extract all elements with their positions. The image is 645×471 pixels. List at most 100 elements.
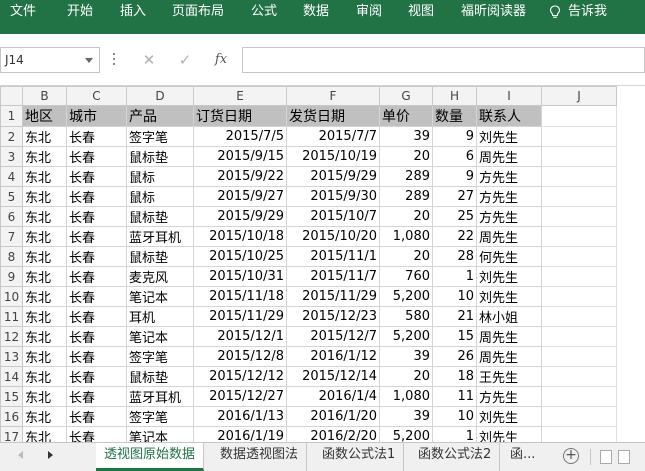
cell[interactable]: 22 xyxy=(432,226,477,247)
cell[interactable]: 2015/7/5 xyxy=(193,126,287,147)
menu-file[interactable]: 文件 xyxy=(10,0,36,24)
cell[interactable]: 方先生 xyxy=(476,186,542,207)
cell[interactable]: 长春 xyxy=(66,406,127,427)
cell[interactable]: 周先生 xyxy=(476,146,542,167)
cancel-icon[interactable]: ✕ xyxy=(134,47,164,73)
cell[interactable]: 2015/7/7 xyxy=(286,126,380,147)
cell[interactable]: 长春 xyxy=(66,366,127,387)
cell[interactable]: 何先生 xyxy=(476,246,542,267)
cell[interactable]: 21 xyxy=(432,306,477,327)
cell[interactable]: 笔记本 xyxy=(126,286,194,307)
cell[interactable]: 长春 xyxy=(66,246,127,267)
cell[interactable]: 1,080 xyxy=(379,226,433,247)
cell[interactable]: 2015/9/27 xyxy=(193,186,287,207)
cell[interactable]: 2015/10/18 xyxy=(193,226,287,247)
cell[interactable]: 2015/12/7 xyxy=(286,326,380,347)
cell[interactable]: 长春 xyxy=(66,206,127,227)
cell[interactable]: 东北 xyxy=(22,286,67,307)
column-header[interactable]: J xyxy=(541,86,617,106)
cell[interactable]: 5,200 xyxy=(379,286,433,307)
cell[interactable]: 周先生 xyxy=(476,326,542,347)
cell[interactable]: 蓝牙耳机 xyxy=(126,226,194,247)
cell[interactable] xyxy=(541,426,617,442)
cell[interactable]: 2015/11/7 xyxy=(286,266,380,287)
cell[interactable] xyxy=(541,166,617,187)
cell[interactable]: 15 xyxy=(432,326,477,347)
cell[interactable] xyxy=(541,286,617,307)
cell[interactable] xyxy=(541,226,617,247)
cell[interactable]: 2015/11/29 xyxy=(193,306,287,327)
cell[interactable]: 20 xyxy=(379,146,433,167)
cell[interactable]: 刘先生 xyxy=(476,406,542,427)
cell[interactable]: 2015/9/15 xyxy=(193,146,287,167)
cell[interactable]: 2015/12/27 xyxy=(193,386,287,407)
cell[interactable]: 27 xyxy=(432,186,477,207)
cell[interactable]: 2016/1/13 xyxy=(193,406,287,427)
chevron-down-icon[interactable] xyxy=(85,58,93,63)
cell[interactable]: 5,200 xyxy=(379,326,433,347)
formula-input[interactable] xyxy=(242,47,645,73)
sheet-tab[interactable]: 函数公式法2 xyxy=(410,443,501,471)
row-header[interactable]: 12 xyxy=(0,326,23,347)
row-header[interactable]: 4 xyxy=(0,166,23,187)
cell[interactable]: 2015/12/1 xyxy=(193,326,287,347)
sheet-tab-active[interactable]: 透视图原始数据 xyxy=(96,443,205,471)
cell[interactable]: 东北 xyxy=(22,186,67,207)
cell[interactable]: 东北 xyxy=(22,146,67,167)
cell[interactable]: 2016/1/20 xyxy=(286,406,380,427)
cell[interactable]: 2015/12/23 xyxy=(286,306,380,327)
cell[interactable]: 方先生 xyxy=(476,386,542,407)
menu-data[interactable]: 数据 xyxy=(303,0,329,24)
cell[interactable]: 订货日期 xyxy=(193,105,287,127)
cell[interactable]: 长春 xyxy=(66,386,127,407)
cell[interactable]: 2016/1/19 xyxy=(193,426,287,442)
cell[interactable]: 鼠标垫 xyxy=(126,366,194,387)
cell[interactable]: 数量 xyxy=(432,105,477,127)
cell[interactable]: 1 xyxy=(432,266,477,287)
cell[interactable]: 城市 xyxy=(66,105,127,127)
cell[interactable]: 39 xyxy=(379,126,433,147)
cell[interactable]: 东北 xyxy=(22,346,67,367)
cell[interactable]: 产品 xyxy=(126,105,194,127)
cell[interactable]: 王先生 xyxy=(476,366,542,387)
cell[interactable]: 签字笔 xyxy=(126,406,194,427)
cell[interactable]: 东北 xyxy=(22,426,67,442)
row-header[interactable]: 2 xyxy=(0,126,23,147)
cell[interactable]: 2015/10/19 xyxy=(286,146,380,167)
cell[interactable]: 鼠标垫 xyxy=(126,206,194,227)
enter-icon[interactable]: ✓ xyxy=(170,47,200,73)
cell[interactable] xyxy=(541,146,617,167)
cell[interactable]: 周先生 xyxy=(476,346,542,367)
row-header[interactable]: 3 xyxy=(0,146,23,167)
cell[interactable]: 289 xyxy=(379,186,433,207)
cell[interactable]: 1,080 xyxy=(379,386,433,407)
cell[interactable]: 10 xyxy=(432,406,477,427)
cell[interactable]: 20 xyxy=(379,246,433,267)
cell[interactable]: 麦克风 xyxy=(126,266,194,287)
sheet-tab[interactable]: 函数公式法1 xyxy=(314,443,405,471)
row-header[interactable]: 16 xyxy=(0,406,23,427)
select-all-corner[interactable] xyxy=(0,86,23,106)
cell[interactable]: 1 xyxy=(432,426,477,442)
cell[interactable]: 2015/10/7 xyxy=(286,206,380,227)
cell[interactable]: 长春 xyxy=(66,166,127,187)
cell[interactable]: 289 xyxy=(379,166,433,187)
cell[interactable]: 东北 xyxy=(22,306,67,327)
cell[interactable]: 长春 xyxy=(66,326,127,347)
scroll-tabs-left-icon[interactable] xyxy=(18,451,23,459)
cell[interactable]: 2015/11/1 xyxy=(286,246,380,267)
cell[interactable]: 2015/9/29 xyxy=(193,206,287,227)
cell[interactable]: 东北 xyxy=(22,406,67,427)
menu-foxit-reader[interactable]: 福昕阅读器 xyxy=(461,0,526,24)
cell[interactable]: 鼠标 xyxy=(126,166,194,187)
menu-insert[interactable]: 插入 xyxy=(120,0,146,24)
column-header[interactable]: F xyxy=(286,86,380,106)
cell[interactable]: 刘先生 xyxy=(476,266,542,287)
row-header[interactable]: 5 xyxy=(0,186,23,207)
cell[interactable]: 签字笔 xyxy=(126,126,194,147)
cell[interactable]: 9 xyxy=(432,126,477,147)
row-header[interactable]: 14 xyxy=(0,366,23,387)
menu-page-layout[interactable]: 页面布局 xyxy=(172,0,224,24)
cell[interactable]: 方先生 xyxy=(476,206,542,227)
cell[interactable]: 长春 xyxy=(66,306,127,327)
